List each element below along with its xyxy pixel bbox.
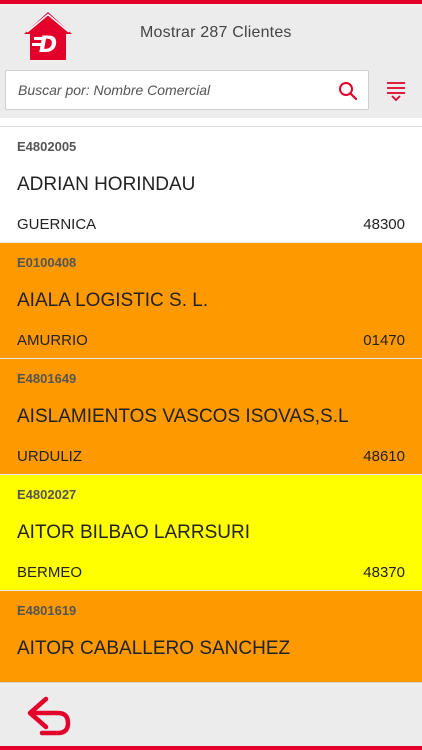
client-row[interactable]: E4801619 AITOR CABALLERO SANCHEZ (0, 591, 422, 682)
search-input[interactable] (18, 71, 328, 109)
house-logo-icon[interactable]: D (20, 8, 76, 64)
client-name: ADRIAN HORINDAU (17, 174, 196, 195)
client-row[interactable]: E4801649 AISLAMIENTOS VASCOS ISOVAS,S.L … (0, 359, 422, 475)
client-name: AITOR CABALLERO SANCHEZ (17, 638, 291, 659)
client-row[interactable]: E0100408 AIALA LOGISTIC S. L. AMURRIO 01… (0, 243, 422, 359)
client-city: URDULIZ (17, 448, 83, 465)
client-code: E4801619 (17, 603, 77, 618)
client-code: E4801649 (17, 371, 77, 386)
client-city: GUERNICA (17, 216, 97, 233)
client-code: E0100408 (17, 255, 77, 270)
client-row[interactable]: E4802005 ADRIAN HORINDAU GUERNICA 48300 (0, 127, 422, 243)
search-bar (0, 64, 422, 118)
search-icon[interactable] (338, 81, 358, 101)
client-row[interactable]: E4802027 AITOR BILBAO LARRSURI BERMEO 48… (0, 475, 422, 591)
filter-sort-icon[interactable] (385, 80, 407, 102)
page-title: Mostrar 287 Clientes (140, 24, 292, 41)
client-code: E4802005 (17, 139, 77, 154)
client-zip: 01470 (363, 332, 405, 349)
client-list: E4802005 ADRIAN HORINDAU GUERNICA 48300 … (0, 126, 422, 682)
client-name: AISLAMIENTOS VASCOS ISOVAS,S.L (17, 406, 349, 427)
client-name: AIALA LOGISTIC S. L. (17, 290, 209, 311)
client-code: E4802027 (17, 487, 77, 502)
bottom-toolbar (0, 682, 422, 746)
client-zip: 48300 (363, 216, 405, 233)
client-city: AMURRIO (17, 332, 88, 349)
client-zip: 48370 (363, 564, 405, 581)
back-arrow-icon[interactable] (24, 695, 72, 737)
client-name: AITOR BILBAO LARRSURI (17, 522, 250, 543)
bottom-accent-strip (0, 746, 422, 750)
client-city: BERMEO (17, 564, 83, 581)
search-box (5, 70, 369, 110)
client-zip: 48610 (363, 448, 405, 465)
app-header: D Mostrar 287 Clientes (0, 4, 422, 64)
